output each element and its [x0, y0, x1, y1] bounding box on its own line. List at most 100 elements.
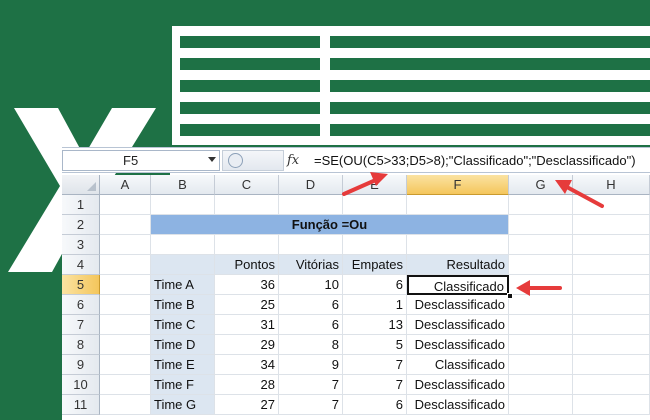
column-header-c[interactable]: C — [215, 175, 279, 195]
grid-cell[interactable] — [573, 395, 650, 415]
team-cell[interactable]: Time D — [151, 335, 215, 355]
pontos-cell[interactable]: 34 — [215, 355, 279, 375]
grid-cell[interactable] — [573, 235, 650, 255]
row-header-2[interactable]: 2 — [62, 215, 100, 235]
grid-cell[interactable] — [407, 235, 509, 255]
resultado-cell[interactable]: Classificado — [407, 355, 509, 375]
grid-cell[interactable] — [509, 255, 573, 275]
grid-cell[interactable] — [100, 275, 151, 295]
fill-handle[interactable] — [507, 293, 513, 299]
grid-cell[interactable] — [573, 315, 650, 335]
grid-cell[interactable] — [100, 375, 151, 395]
pontos-cell[interactable]: 28 — [215, 375, 279, 395]
grid-cell[interactable] — [573, 355, 650, 375]
grid-cell[interactable] — [215, 195, 279, 215]
team-cell[interactable]: Time A — [151, 275, 215, 295]
grid-cell[interactable] — [100, 335, 151, 355]
grid-cell[interactable] — [151, 235, 215, 255]
header-cell-b4[interactable] — [151, 255, 215, 275]
grid-cell[interactable] — [279, 195, 343, 215]
resultado-cell[interactable]: Desclassificado — [407, 295, 509, 315]
vitorias-cell[interactable]: 9 — [279, 355, 343, 375]
empates-cell[interactable]: 5 — [343, 335, 407, 355]
grid-cell[interactable] — [509, 195, 573, 215]
row-header-4[interactable]: 4 — [62, 255, 100, 275]
vitorias-cell[interactable]: 7 — [279, 395, 343, 415]
grid-cell[interactable] — [100, 255, 151, 275]
grid-cell[interactable] — [343, 195, 407, 215]
grid-cell[interactable] — [151, 195, 215, 215]
grid-cell[interactable] — [509, 275, 573, 295]
fx-icon[interactable]: fx — [287, 151, 309, 171]
grid-cell[interactable] — [573, 375, 650, 395]
vitorias-cell[interactable]: 8 — [279, 335, 343, 355]
resultado-cell-active[interactable]: Classificado — [407, 275, 509, 295]
select-all-corner[interactable] — [62, 175, 100, 195]
pontos-cell[interactable]: 31 — [215, 315, 279, 335]
formula-input[interactable]: =SE(OU(C5>33;D5>8);"Classificado";"Descl… — [314, 150, 650, 171]
resultado-cell[interactable]: Desclassificado — [407, 315, 509, 335]
grid-cell[interactable] — [573, 335, 650, 355]
grid-cell[interactable] — [407, 195, 509, 215]
empates-cell[interactable]: 6 — [343, 275, 407, 295]
resultado-cell[interactable]: Desclassificado — [407, 395, 509, 415]
team-cell[interactable]: Time F — [151, 375, 215, 395]
title-cell[interactable]: Função =Ou — [151, 215, 509, 235]
empates-cell[interactable]: 13 — [343, 315, 407, 335]
header-vitorias[interactable]: Vitórias — [279, 255, 343, 275]
row-header-8[interactable]: 8 — [62, 335, 100, 355]
grid-cell[interactable] — [509, 395, 573, 415]
pontos-cell[interactable]: 25 — [215, 295, 279, 315]
grid-cell[interactable] — [100, 315, 151, 335]
team-cell[interactable]: Time G — [151, 395, 215, 415]
grid-cell[interactable] — [279, 235, 343, 255]
name-box-dropdown-icon[interactable] — [208, 157, 216, 162]
empates-cell[interactable]: 1 — [343, 295, 407, 315]
column-header-e[interactable]: E — [343, 175, 407, 195]
resultado-cell[interactable]: Desclassificado — [407, 335, 509, 355]
column-header-b[interactable]: B — [151, 175, 215, 195]
grid-cell[interactable] — [573, 295, 650, 315]
empates-cell[interactable]: 7 — [343, 355, 407, 375]
pontos-cell[interactable]: 27 — [215, 395, 279, 415]
grid-cell[interactable] — [573, 215, 650, 235]
name-box[interactable]: F5 — [62, 150, 220, 171]
grid-cell[interactable] — [343, 235, 407, 255]
vitorias-cell[interactable]: 10 — [279, 275, 343, 295]
column-header-g[interactable]: G — [509, 175, 573, 195]
pontos-cell[interactable]: 29 — [215, 335, 279, 355]
grid-cell[interactable] — [509, 355, 573, 375]
grid-cell[interactable] — [509, 375, 573, 395]
grid-cell[interactable] — [573, 195, 650, 215]
grid-cell[interactable] — [573, 255, 650, 275]
pontos-cell[interactable]: 36 — [215, 275, 279, 295]
grid-cell[interactable] — [509, 335, 573, 355]
row-header-1[interactable]: 1 — [62, 195, 100, 215]
row-header-5[interactable]: 5 — [62, 275, 100, 295]
team-cell[interactable]: Time E — [151, 355, 215, 375]
row-header-6[interactable]: 6 — [62, 295, 100, 315]
team-cell[interactable]: Time C — [151, 315, 215, 335]
empates-cell[interactable]: 6 — [343, 395, 407, 415]
header-resultado[interactable]: Resultado — [407, 255, 509, 275]
column-header-f[interactable]: F — [407, 175, 509, 195]
empates-cell[interactable]: 7 — [343, 375, 407, 395]
grid-cell[interactable] — [100, 235, 151, 255]
vitorias-cell[interactable]: 7 — [279, 375, 343, 395]
grid-cell[interactable] — [215, 235, 279, 255]
grid-cell[interactable] — [100, 195, 151, 215]
header-empates[interactable]: Empates — [343, 255, 407, 275]
column-header-h[interactable]: H — [573, 175, 650, 195]
row-header-3[interactable]: 3 — [62, 235, 100, 255]
column-header-d[interactable]: D — [279, 175, 343, 195]
grid-cell[interactable] — [100, 295, 151, 315]
grid-cell[interactable] — [573, 275, 650, 295]
vitorias-cell[interactable]: 6 — [279, 295, 343, 315]
header-pontos[interactable]: Pontos — [215, 255, 279, 275]
formula-bar-resize-handle[interactable] — [228, 153, 243, 168]
resultado-cell[interactable]: Desclassificado — [407, 375, 509, 395]
vitorias-cell[interactable]: 6 — [279, 315, 343, 335]
row-header-10[interactable]: 10 — [62, 375, 100, 395]
column-header-a[interactable]: A — [100, 175, 151, 195]
grid-cell[interactable] — [509, 215, 573, 235]
